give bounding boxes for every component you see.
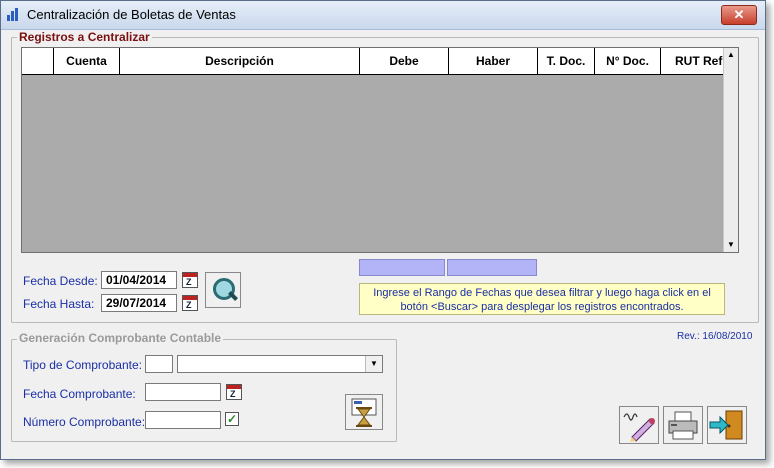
- fecha-comprobante-label: Fecha Comprobante:: [23, 387, 136, 401]
- total-debe-box: [359, 259, 445, 276]
- grid-header: Cuenta Descripción Debe Haber T. Doc. N°…: [22, 48, 728, 75]
- tipo-comprobante-select[interactable]: ▼: [177, 355, 383, 373]
- grid-col-ndoc[interactable]: N° Doc.: [595, 48, 661, 74]
- title-bar[interactable]: Centralización de Boletas de Ventas ✕: [1, 1, 765, 30]
- numero-auto-checkbox[interactable]: ✓: [225, 412, 239, 426]
- calendar-icon[interactable]: Z: [182, 295, 198, 311]
- records-grid[interactable]: Cuenta Descripción Debe Haber T. Doc. N°…: [21, 47, 739, 253]
- scroll-up-icon[interactable]: ▲: [724, 48, 738, 62]
- printer-icon: [668, 411, 698, 440]
- print-button[interactable]: [663, 406, 703, 444]
- grid-col-rut[interactable]: RUT Ref: [661, 48, 728, 74]
- hourglass-icon: [351, 398, 377, 427]
- grid-col-tdoc[interactable]: T. Doc.: [538, 48, 595, 74]
- fecha-comprobante-input[interactable]: [145, 383, 221, 401]
- tipo-comprobante-label: Tipo de Comprobante:: [23, 358, 142, 372]
- fecha-hasta-label: Fecha Hasta:: [23, 297, 95, 311]
- numero-comprobante-label: Número Comprobante:: [23, 415, 146, 429]
- exit-button[interactable]: [707, 406, 747, 444]
- sign-icon: [623, 413, 655, 442]
- total-haber-box: [447, 259, 537, 276]
- fecha-desde-input[interactable]: 01/04/2014: [101, 271, 177, 289]
- numero-comprobante-input[interactable]: [145, 411, 221, 429]
- tipo-comprobante-value: [178, 357, 182, 371]
- registros-legend: Registros a Centralizar: [17, 30, 152, 44]
- close-button[interactable]: ✕: [721, 5, 757, 25]
- grid-col-selector[interactable]: [22, 48, 54, 74]
- comprobante-legend: Generación Comprobante Contable: [17, 331, 224, 345]
- sign-button[interactable]: [619, 406, 659, 444]
- revision-label: Rev.: 16/08/2010: [677, 331, 753, 342]
- grid-col-cuenta[interactable]: Cuenta: [54, 48, 120, 74]
- window-title: Centralización de Boletas de Ventas: [27, 7, 236, 22]
- calendar-icon[interactable]: Z: [226, 384, 242, 400]
- search-button[interactable]: [205, 272, 241, 308]
- grid-col-debe[interactable]: Debe: [360, 48, 449, 74]
- fecha-hasta-input[interactable]: 29/07/2014: [101, 294, 177, 312]
- generate-button[interactable]: [345, 394, 383, 430]
- fecha-desde-label: Fecha Desde:: [23, 274, 98, 288]
- scroll-down-icon[interactable]: ▼: [724, 238, 738, 252]
- info-message: Ingrese el Rango de Fechas que desea fil…: [359, 283, 725, 315]
- grid-col-haber[interactable]: Haber: [449, 48, 538, 74]
- grid-vertical-scrollbar[interactable]: ▲ ▼: [723, 48, 738, 252]
- tipo-comprobante-code-input[interactable]: [145, 355, 173, 373]
- chevron-down-icon[interactable]: ▼: [365, 356, 382, 372]
- grid-col-descripcion[interactable]: Descripción: [120, 48, 360, 74]
- calendar-icon[interactable]: Z: [182, 272, 198, 288]
- app-icon: [7, 8, 21, 21]
- main-window: Centralización de Boletas de Ventas ✕ Re…: [0, 0, 766, 460]
- exit-door-icon: [709, 410, 743, 440]
